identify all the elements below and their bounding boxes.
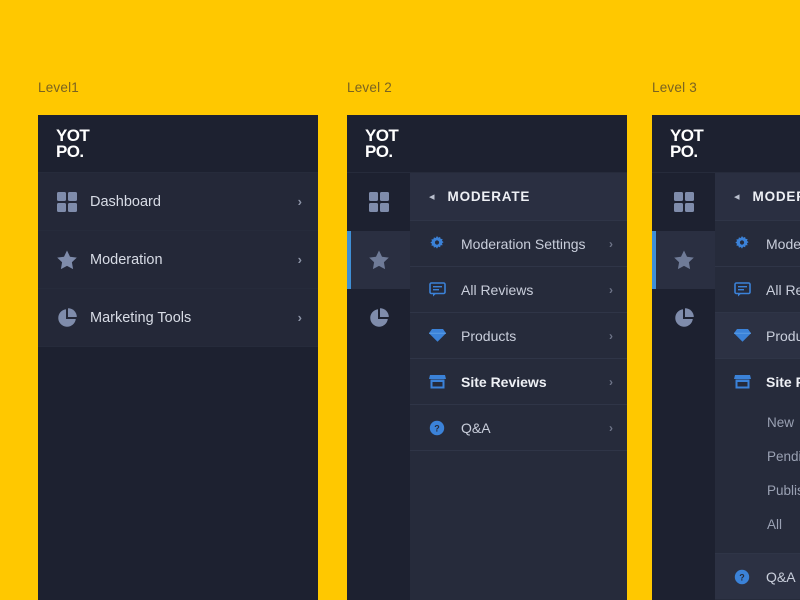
moderate-submenu: ◂ MODERATE Moderation Settings All Revie… [715, 173, 800, 600]
sidebar-item-moderation[interactable]: Moderation › [38, 231, 318, 289]
rail-item-marketing-tools[interactable] [652, 289, 715, 347]
submenu-leaf-all[interactable]: All [715, 507, 800, 541]
grid-icon [673, 191, 695, 213]
logo-line-2: PO. [670, 141, 698, 161]
leaf-label: Published [767, 482, 800, 498]
level-2-panel: YOT PO. ◂ MODERATE Moderation Settings ›… [347, 115, 627, 600]
submenu-leaf-new[interactable]: New [715, 405, 800, 439]
submenu-item-label: Products [766, 327, 800, 344]
svg-text:?: ? [434, 423, 440, 433]
sidebar-item-marketing-tools[interactable]: Marketing Tools › [38, 289, 318, 347]
chevron-right-icon: › [609, 328, 613, 343]
logo-line-2: PO. [56, 141, 84, 161]
sidebar-item-label: Dashboard [90, 193, 161, 210]
submenu-item-label: Products [461, 327, 517, 344]
chevron-right-icon: › [609, 420, 613, 435]
leaf-label: All [767, 516, 783, 532]
chevron-right-icon: › [297, 252, 302, 267]
icon-rail [652, 173, 715, 600]
chevron-right-icon: › [297, 310, 302, 325]
submenu-item-products[interactable]: Products › [410, 313, 627, 359]
logo-header: YOT PO. [652, 115, 800, 173]
level-1-panel: YOT PO. Dashboard › Moderation › Marketi… [38, 115, 318, 600]
pie-chart-icon [56, 307, 90, 329]
diamond-icon [734, 328, 766, 343]
submenu-header[interactable]: ◂ MODERATE [715, 173, 800, 221]
submenu-item-label: Site Reviews [766, 374, 800, 390]
star-icon [673, 249, 695, 271]
star-icon [56, 249, 90, 271]
canvas: Level1 YOT PO. Dashboard › Moderation › [0, 0, 800, 600]
pie-chart-icon [673, 307, 695, 329]
moderate-submenu: ◂ MODERATE Moderation Settings › All Rev… [410, 173, 627, 600]
chevron-right-icon: › [297, 194, 302, 209]
submenu-title: MODERATE [752, 189, 800, 204]
submenu-spacer [715, 541, 800, 553]
back-arrow-icon[interactable]: ◂ [429, 190, 435, 203]
rail-item-moderation[interactable] [652, 231, 715, 289]
submenu-item-site-reviews[interactable]: Site Reviews › [410, 359, 627, 405]
submenu-header[interactable]: ◂ MODERATE [410, 173, 627, 221]
rail-item-dashboard[interactable] [652, 173, 715, 231]
chevron-right-icon: › [609, 236, 613, 251]
gear-icon [429, 235, 461, 252]
submenu-leaf-published[interactable]: Published [715, 473, 800, 507]
yotpo-logo: YOT PO. [365, 127, 399, 161]
comment-icon [429, 281, 461, 298]
submenu-item-label: Site Reviews [461, 373, 547, 390]
sidebar-item-dashboard[interactable]: Dashboard › [38, 173, 318, 231]
rail-item-moderation[interactable] [347, 231, 410, 289]
question-icon: ? [734, 569, 766, 585]
submenu-item-all-reviews[interactable]: All Reviews › [410, 267, 627, 313]
submenu-item-all-reviews[interactable]: All Reviews [715, 267, 800, 313]
gear-icon [734, 235, 766, 252]
grid-icon [56, 191, 90, 213]
submenu-item-label: Moderation Settings [766, 235, 800, 252]
logo-header: YOT PO. [347, 115, 627, 173]
rail-item-marketing-tools[interactable] [347, 289, 410, 347]
submenu-item-moderation-settings[interactable]: Moderation Settings › [410, 221, 627, 267]
submenu-leaf-pending[interactable]: Pending [715, 439, 800, 473]
logo-line-2: PO. [365, 141, 393, 161]
icon-rail [347, 173, 410, 600]
sidebar-item-label: Moderation [90, 251, 163, 268]
chevron-right-icon: › [609, 374, 613, 389]
submenu-item-site-reviews[interactable]: Site Reviews [715, 359, 800, 405]
grid-icon [368, 191, 390, 213]
level-1-label: Level1 [38, 80, 79, 95]
submenu-item-products[interactable]: Products [715, 313, 800, 359]
comment-icon [734, 281, 766, 298]
svg-text:?: ? [739, 572, 745, 582]
submenu-item-label: All Reviews [461, 281, 534, 298]
sidebar-item-label: Marketing Tools [90, 309, 192, 326]
submenu-title: MODERATE [447, 189, 531, 204]
rail-item-dashboard[interactable] [347, 173, 410, 231]
level-3-label: Level 3 [652, 80, 697, 95]
level-2-label: Level 2 [347, 80, 392, 95]
store-icon [429, 374, 461, 390]
back-arrow-icon[interactable]: ◂ [734, 190, 740, 203]
submenu-item-label: Moderation Settings [461, 235, 586, 252]
diamond-icon [429, 328, 461, 343]
submenu-item-moderation-settings[interactable]: Moderation Settings [715, 221, 800, 267]
submenu-item-label: All Reviews [766, 281, 800, 298]
leaf-label: New [767, 414, 795, 430]
question-icon: ? [429, 420, 461, 436]
submenu-item-qa[interactable]: ? Q&A › [410, 405, 627, 451]
logo-header: YOT PO. [38, 115, 318, 173]
yotpo-logo: YOT PO. [670, 127, 704, 161]
level-3-panel: YOT PO. ◂ MODE Mode All Re Produ Site Ne… [652, 115, 800, 600]
star-icon [368, 249, 390, 271]
submenu-item-label: Q&A [766, 568, 796, 585]
chevron-right-icon: › [609, 282, 613, 297]
yotpo-logo: YOT PO. [56, 127, 90, 161]
submenu-item-qa[interactable]: ? Q&A [715, 553, 800, 599]
leaf-label: Pending [767, 448, 800, 464]
submenu-item-label: Q&A [461, 419, 491, 436]
pie-chart-icon [368, 307, 390, 329]
store-icon [734, 374, 766, 390]
